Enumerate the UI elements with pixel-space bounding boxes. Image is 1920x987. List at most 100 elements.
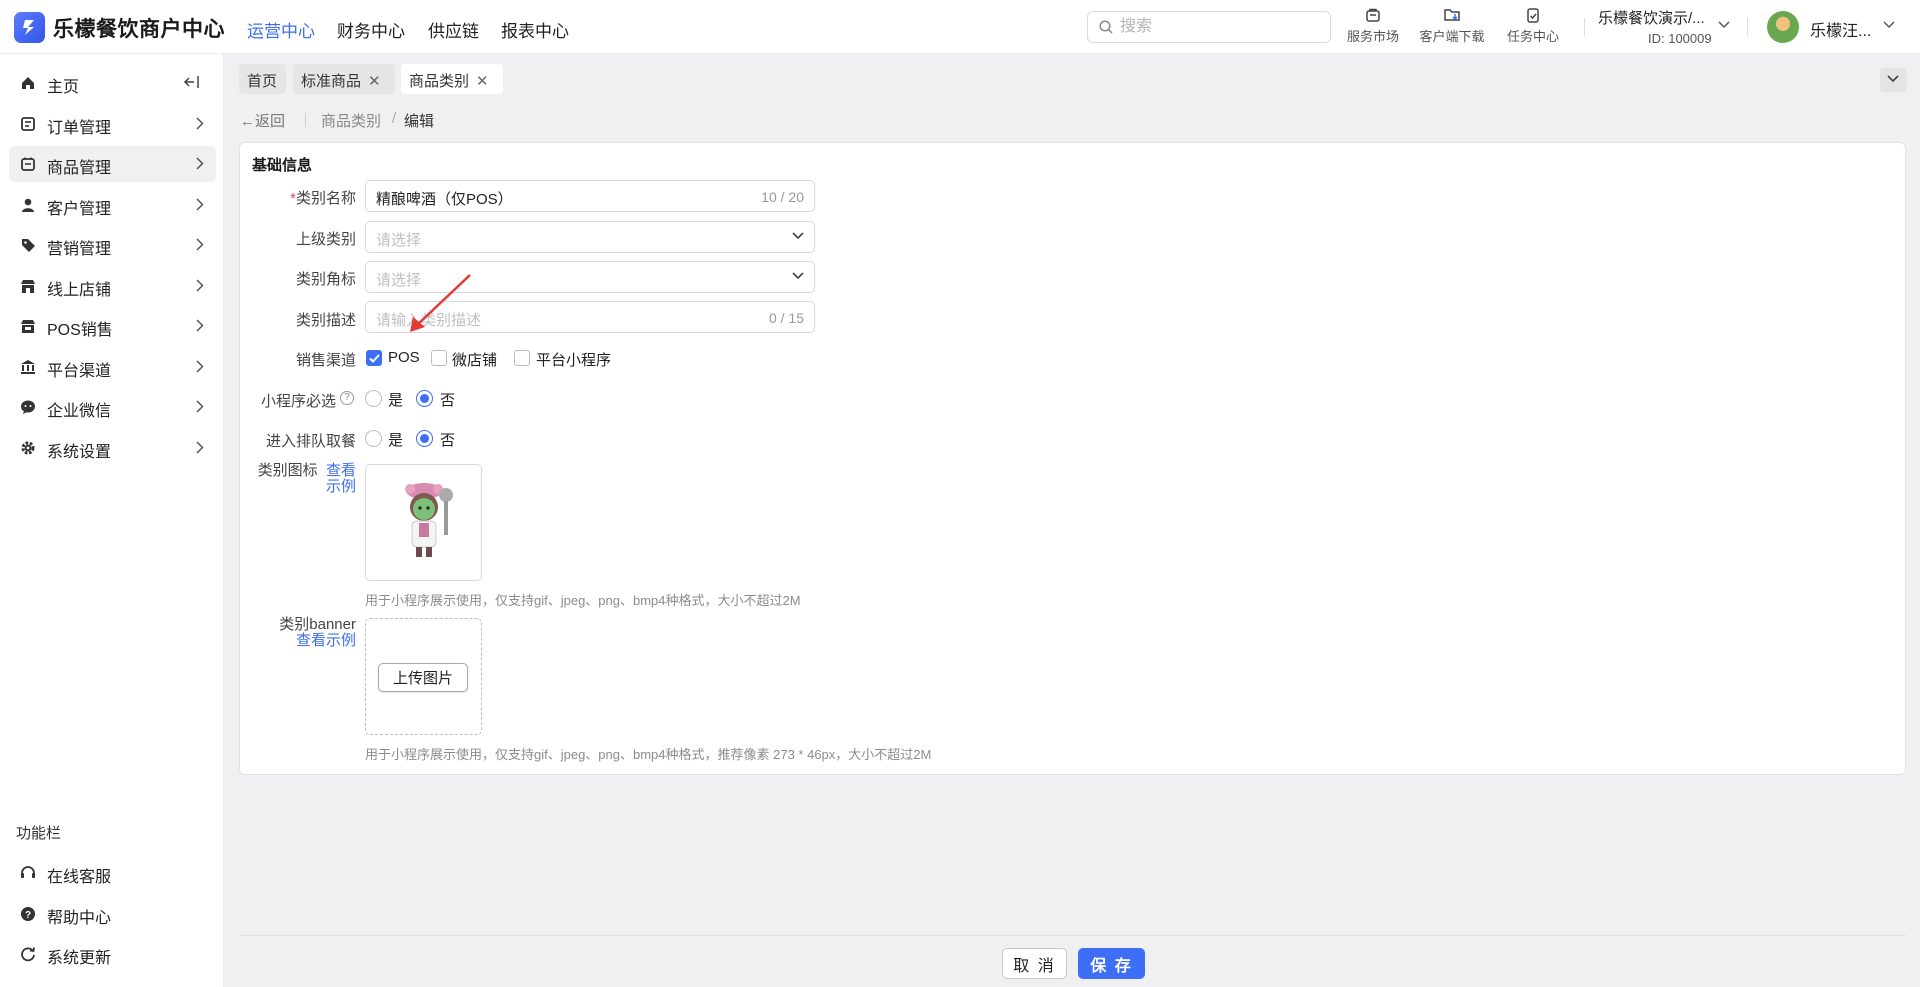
banner-upload-area[interactable]: 上传图片: [365, 618, 482, 735]
radio-yes-label[interactable]: 是: [388, 429, 403, 450]
sales-channel-label: 销售渠道: [295, 352, 356, 369]
sidebar-item-platform-channels[interactable]: 平台渠道: [9, 349, 216, 385]
search-input[interactable]: [1120, 17, 1320, 37]
sidebar-item-pos-sales[interactable]: POS销售: [9, 308, 216, 344]
app-title: 乐檬餐饮商户中心: [53, 18, 225, 41]
radio-queue-yes[interactable]: [365, 430, 382, 447]
tool-label: 客户端下载: [1419, 29, 1485, 44]
category-icon-label: 类别图标 查看示例: [250, 463, 356, 495]
sidebar-item-label: POS销售: [47, 322, 113, 339]
logo-icon[interactable]: [14, 12, 45, 43]
back-button[interactable]: ←返回: [240, 110, 285, 131]
checkbox-pos-label[interactable]: POS: [388, 349, 420, 366]
sidebar-item-label: 营销管理: [47, 241, 112, 258]
queue-label: 进入排队取餐: [265, 433, 356, 450]
checkbox-micro-store-label[interactable]: 微店铺: [452, 349, 497, 370]
sidebar-item-online-service[interactable]: 在线客服: [9, 855, 216, 891]
category-icon-image[interactable]: [365, 464, 482, 581]
category-name-field[interactable]: 精酿啤酒（仅POS） 10 / 20: [365, 180, 815, 212]
tool-label: 任务中心: [1506, 29, 1559, 44]
radio-mini-required-yes[interactable]: [365, 390, 382, 407]
radio-no-label[interactable]: 否: [440, 429, 455, 450]
help-icon: ?: [21, 907, 35, 921]
tabs-menu-button[interactable]: [1880, 68, 1907, 92]
sidebar-item-system-update[interactable]: 系统更新: [9, 936, 216, 972]
tab-home[interactable]: 首页: [239, 64, 286, 94]
checkbox-platform-miniprogram[interactable]: [514, 350, 530, 366]
topnav-supply-chain[interactable]: 供应链: [428, 17, 479, 42]
char-counter: 0 / 15: [768, 310, 804, 326]
save-button[interactable]: 保 存: [1078, 948, 1145, 979]
sidebar-item-online-store[interactable]: 线上店铺: [9, 268, 216, 304]
search-box[interactable]: [1087, 11, 1331, 43]
sidebar-item-label: 平台渠道: [47, 363, 112, 380]
radio-yes-label[interactable]: 是: [388, 389, 403, 410]
user-name[interactable]: 乐檬汪...: [1810, 17, 1871, 41]
sidebar-item-label: 系统更新: [47, 950, 112, 967]
mini-required-label: 小程序必选: [260, 393, 336, 410]
checkbox-micro-store[interactable]: [431, 350, 447, 366]
label-text: 类别图标: [257, 462, 318, 479]
tool-service-market[interactable]: 服务市场: [1343, 6, 1403, 45]
view-example-link[interactable]: 查看示例: [326, 462, 356, 495]
breadcrumb-parent[interactable]: 商品类别: [321, 110, 381, 131]
chevron-down-icon[interactable]: [1883, 21, 1895, 29]
checkbox-platform-miniprogram-label[interactable]: 平台小程序: [536, 349, 611, 370]
sidebar-item-marketing[interactable]: 营销管理: [9, 227, 216, 263]
tab-label: 商品类别: [409, 73, 470, 90]
tool-client-download[interactable]: 客户端下载: [1417, 6, 1487, 45]
topnav-operations[interactable]: 运营中心: [247, 17, 315, 42]
chevron-right-icon: [196, 360, 204, 373]
category-name-label: *类别名称: [250, 187, 356, 208]
parent-category-select[interactable]: 请选择: [365, 221, 815, 253]
tag-icon: [22, 239, 35, 252]
sidebar-item-goods[interactable]: 商品管理: [9, 146, 216, 182]
avatar[interactable]: [1767, 11, 1799, 43]
tool-task-center[interactable]: 任务中心: [1503, 6, 1563, 45]
chevron-down-icon[interactable]: [1718, 21, 1730, 29]
search-icon: [1099, 20, 1113, 34]
divider: [1747, 18, 1748, 36]
radio-queue-no[interactable]: [416, 430, 433, 447]
sidebar-item-customers[interactable]: 客户管理: [9, 187, 216, 223]
sidebar-item-label: 主页: [47, 79, 80, 96]
checkbox-pos[interactable]: [366, 350, 382, 366]
breadcrumb-separator: /: [392, 110, 397, 127]
close-icon[interactable]: ✕: [368, 72, 381, 90]
sidebar-item-wecom[interactable]: 企业微信: [9, 389, 216, 425]
close-icon[interactable]: ✕: [476, 72, 489, 90]
refresh-icon: [21, 947, 35, 962]
sidebar-item-system-settings[interactable]: 系统设置: [9, 430, 216, 466]
cancel-button[interactable]: 取 消: [1002, 948, 1067, 979]
chevron-right-icon: [196, 400, 204, 413]
chevron-right-icon: [196, 198, 204, 211]
chevron-down-icon: [1887, 75, 1899, 83]
collapse-sidebar-icon[interactable]: [183, 75, 199, 89]
tab-standard-goods[interactable]: 标准商品 ✕: [293, 64, 395, 94]
sidebar-item-home[interactable]: 主页: [9, 65, 216, 101]
select-placeholder: 请选择: [376, 232, 422, 249]
icon-upload-hint: 用于小程序展示使用，仅支持gif、jpeg、png、bmp4种格式，大小不超过2…: [365, 593, 801, 608]
help-circle-icon[interactable]: ?: [340, 391, 354, 405]
upload-image-button[interactable]: 上传图片: [378, 663, 468, 692]
sidebar-item-label: 系统设置: [47, 444, 112, 461]
sidebar-item-label: 线上店铺: [47, 282, 112, 299]
radio-mini-required-no[interactable]: [416, 390, 433, 407]
sidebar-item-help-center[interactable]: ? 帮助中心: [9, 896, 216, 932]
topnav-finance[interactable]: 财务中心: [337, 17, 405, 42]
topnav-reports[interactable]: 报表中心: [501, 17, 569, 42]
char-counter: 10 / 20: [761, 189, 804, 205]
store-name[interactable]: 乐檬餐饮演示/...: [1598, 7, 1705, 28]
divider: [1584, 18, 1585, 36]
chevron-right-icon: [196, 279, 204, 292]
sidebar-item-label: 企业微信: [47, 403, 112, 420]
store-id: ID: 100009: [1648, 31, 1712, 46]
clipboard-check-icon: [1527, 8, 1539, 23]
view-example-link[interactable]: 查看示例: [296, 632, 356, 649]
sidebar-item-orders[interactable]: 订单管理: [9, 106, 216, 142]
chevron-right-icon: [196, 319, 204, 332]
radio-no-label[interactable]: 否: [440, 389, 455, 410]
sidebar-item-label: 商品管理: [47, 160, 112, 177]
character-image: [405, 483, 453, 557]
tab-goods-category[interactable]: 商品类别 ✕: [401, 64, 503, 94]
